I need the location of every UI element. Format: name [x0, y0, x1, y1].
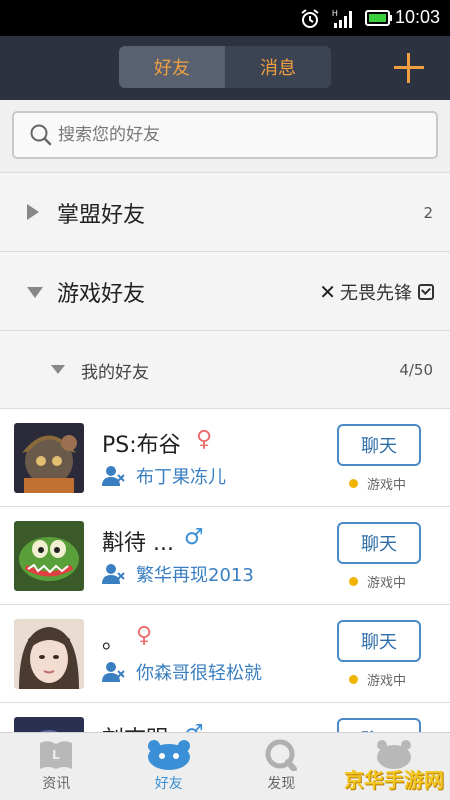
game-account-name: 繁华再现2013	[136, 565, 254, 586]
group-label: 游戏好友	[57, 282, 146, 307]
friend-name: 斠待 ...	[102, 531, 174, 556]
friends-icon	[147, 740, 190, 770]
plus-icon[interactable]	[394, 53, 424, 83]
female-icon: ♀	[136, 623, 153, 648]
subgroup-count: 4/50	[399, 361, 433, 379]
collapsed-arrow-icon	[27, 204, 39, 220]
game-filter-label: 无畏先锋	[340, 283, 412, 304]
search-bar	[0, 100, 450, 172]
game-filter-selector[interactable]: ✕ 无畏先锋	[319, 279, 434, 305]
nav-news[interactable]: L 资讯	[0, 733, 113, 800]
status-badge: 游戏中	[349, 572, 406, 591]
signal-icon: H	[332, 9, 352, 28]
group-game-friends[interactable]: 游戏好友 ✕ 无畏先锋	[0, 251, 450, 330]
svg-text:H: H	[332, 9, 338, 18]
friend-name: PS:布谷	[102, 433, 181, 458]
game-account: 繁华再现2013	[102, 561, 254, 587]
nav-label: 资讯	[42, 776, 71, 792]
discover-icon	[265, 739, 298, 771]
group-count: 2	[423, 204, 433, 222]
nav-friends[interactable]: 好友	[113, 733, 226, 800]
status-dot-icon	[349, 577, 358, 586]
expanded-arrow-icon	[51, 365, 65, 374]
status-text: 游戏中	[367, 674, 407, 689]
male-icon: ♂	[184, 525, 204, 550]
game-account-name: 你森哥很轻松就	[136, 663, 262, 684]
group-label: 掌盟好友	[57, 203, 146, 228]
user-link-icon	[102, 662, 125, 682]
tab-messages[interactable]: 消息	[225, 46, 331, 88]
friend-row[interactable]: PS:布谷 ♀ 布丁果冻儿 聊天 游戏中	[0, 408, 450, 506]
nav-discover[interactable]: 发现	[225, 733, 338, 800]
friend-row[interactable]: 。 ♀ 你森哥很轻松就 聊天 游戏中	[0, 604, 450, 702]
user-link-icon	[102, 466, 125, 486]
nav-label: 好友	[154, 776, 183, 792]
chat-button[interactable]: 聊天	[337, 522, 421, 564]
game-account: 布丁果冻儿	[102, 463, 226, 489]
status-text: 游戏中	[367, 576, 407, 591]
svg-text:L: L	[52, 748, 60, 762]
game-account-name: 布丁果冻儿	[136, 467, 226, 488]
chat-button[interactable]: 聊天	[337, 620, 421, 662]
expanded-arrow-icon	[27, 287, 43, 298]
female-icon: ♀	[196, 427, 213, 452]
nav-label: 发现	[267, 776, 296, 792]
search-icon	[30, 124, 52, 146]
avatar[interactable]	[14, 521, 84, 591]
alarm-icon	[301, 9, 319, 28]
game-account: 你森哥很轻松就	[102, 659, 262, 685]
app-header: 好友 消息	[0, 36, 450, 100]
tab-switcher: 好友 消息	[119, 46, 331, 88]
avatar[interactable]	[14, 619, 84, 689]
status-badge: 游戏中	[349, 670, 406, 689]
avatar[interactable]	[14, 423, 84, 493]
status-bar: H 10:03	[0, 0, 450, 36]
friend-name: 。	[102, 629, 125, 654]
search-box[interactable]	[12, 111, 438, 159]
watermark-logo: 京华手游网	[344, 768, 444, 792]
subgroup-label: 我的好友	[81, 363, 149, 383]
user-link-icon	[102, 564, 125, 584]
tab-friends[interactable]: 好友	[119, 46, 225, 88]
chat-button[interactable]: 聊天	[337, 424, 421, 466]
status-badge: 游戏中	[349, 474, 406, 493]
status-dot-icon	[349, 675, 358, 684]
battery-icon	[365, 10, 392, 26]
news-icon: L	[40, 741, 73, 769]
subgroup-my-friends[interactable]: 我的好友 4/50	[0, 330, 450, 408]
status-text: 游戏中	[367, 478, 407, 493]
status-dot-icon	[349, 479, 358, 488]
clock: 10:03	[394, 7, 440, 27]
search-input[interactable]	[58, 125, 398, 145]
friend-row[interactable]: 斠待 ... ♂ 繁华再现2013 聊天 游戏中	[0, 506, 450, 604]
dropdown-check-icon	[418, 284, 434, 300]
group-league-friends[interactable]: 掌盟好友 2	[0, 172, 450, 251]
crossed-swords-icon: ✕	[319, 280, 336, 304]
